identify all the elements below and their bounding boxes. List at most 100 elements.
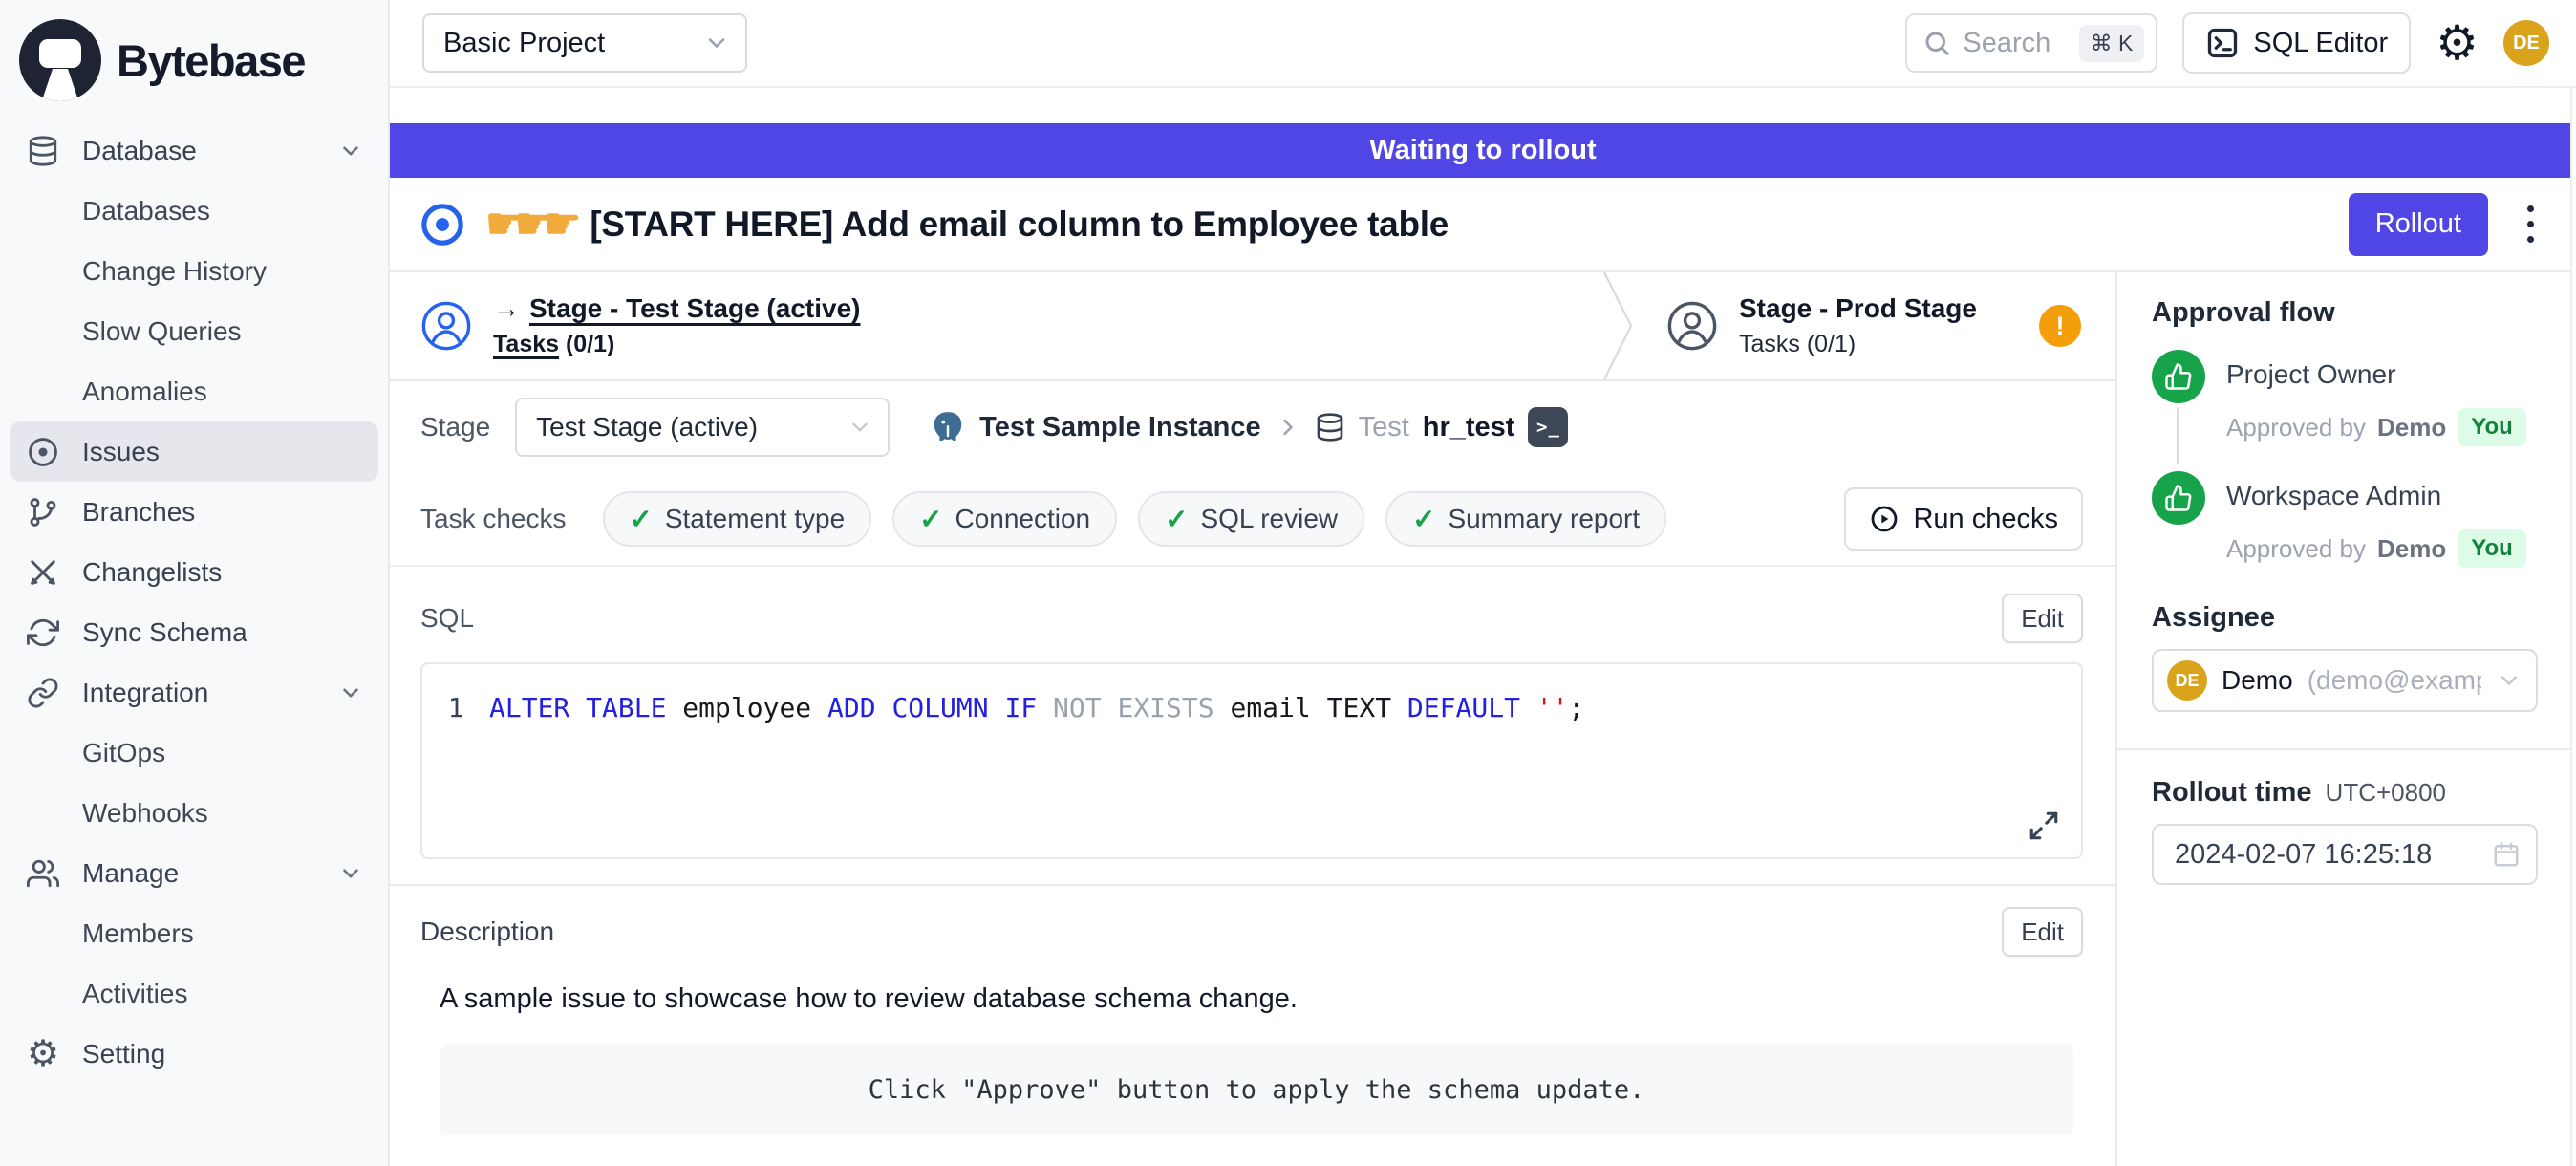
sql-label: SQL [420,603,474,634]
approval-step-project-owner: Project Owner Approved by Demo You [2152,350,2538,446]
rollout-time-title: Rollout time [2152,777,2312,809]
check-pill-connection[interactable]: ✓Connection [892,491,1117,547]
thumbs-up-icon [2152,471,2205,525]
sidebar-item-gitops[interactable]: GitOps [10,723,378,783]
sidebar-item-label: Database [82,136,317,166]
status-banner: Waiting to rollout [390,123,2576,178]
sidebar-item-webhooks[interactable]: Webhooks [10,783,378,843]
issue-status-icon [420,203,464,247]
approver-name: Demo [2377,413,2446,443]
approval-role: Workspace Admin [2226,471,2526,516]
sidebar-item-members[interactable]: Members [10,903,378,963]
expand-icon[interactable] [2028,810,2060,842]
search-placeholder: Search [1963,28,2050,59]
sidebar-item-manage[interactable]: Manage [10,843,378,903]
approval-steps: Project Owner Approved by Demo You [2152,350,2538,568]
sidebar-nav: Database Databases Change History Slow Q… [0,115,388,1084]
sidebar-item-change-history[interactable]: Change History [10,241,378,301]
stage-select-value: Test Stage (active) [536,412,758,443]
attention-warning-icon: ! [2039,305,2081,347]
database-icon [25,135,61,167]
chevron-down-icon [2496,667,2522,694]
chevron-down-icon [338,139,363,163]
sql-edit-button[interactable]: Edit [2002,594,2083,643]
assignee-email: (demo@example [2308,665,2481,696]
environment-label: Test [1359,412,1409,443]
sidebar-item-sync-schema[interactable]: Sync Schema [10,602,378,662]
brand-name: Bytebase [117,34,305,87]
tab-test-stage[interactable]: →Stage - Test Stage (active) Tasks (0/1) [390,272,1601,379]
assignee-select[interactable]: DE Demo (demo@example [2152,649,2538,712]
kebab-menu-icon[interactable] [2509,193,2551,256]
sidebar-item-issues[interactable]: Issues [10,421,378,482]
open-in-sql-editor-icon[interactable]: >_ [1528,407,1568,447]
project-select-value: Basic Project [443,28,605,59]
rollout-timezone: UTC+0800 [2326,778,2446,808]
check-pill-sql-review[interactable]: ✓SQL review [1138,491,1364,547]
postgresql-icon [930,409,966,445]
gear-icon: ⚙ [25,1036,61,1072]
sql-section: SQL Edit 1 ALTER TABLE employee ADD COLU… [390,567,2115,859]
issue-title: ☛☛☛ [START HERE] Add email column to Emp… [485,200,2328,248]
settings-gear-icon[interactable]: ⚙ [2436,19,2479,67]
check-icon: ✓ [630,503,653,536]
issue-title-text: [START HERE] Add email column to Employe… [590,205,1449,245]
chevron-down-icon [338,680,363,705]
calendar-icon [2492,840,2521,869]
check-pill-statement-type[interactable]: ✓Statement type [603,491,872,547]
approval-role: Project Owner [2226,350,2526,395]
scrollbar-track[interactable] [2570,88,2576,1166]
project-select[interactable]: Basic Project [422,13,747,73]
sidebar-item-integration[interactable]: Integration [10,662,378,723]
user-avatar[interactable]: DE [2503,20,2549,66]
stage-tasks-link[interactable]: Tasks [493,331,559,357]
person-circle-icon [1666,300,1718,352]
sidebar-item-database[interactable]: Database [10,120,378,181]
sidebar-item-setting[interactable]: ⚙ Setting [10,1024,378,1084]
database-breadcrumb: Test Sample Instance Test hr_test >_ [930,407,1568,447]
description-label: Description [420,917,554,947]
sidebar-item-databases[interactable]: Databases [10,181,378,241]
approval-status: Approved by Demo You [2226,408,2526,446]
sql-statement: ALTER TABLE employee ADD COLUMN IF NOT E… [489,689,1584,727]
chevron-down-icon [338,861,363,886]
check-icon: ✓ [1165,503,1188,536]
check-pill-summary-report[interactable]: ✓Summary report [1385,491,1666,547]
sidebar-item-slow-queries[interactable]: Slow Queries [10,301,378,361]
search-kbd-shortcut: ⌘ K [2079,25,2145,62]
run-checks-button[interactable]: Run checks [1844,487,2083,551]
rollout-button[interactable]: Rollout [2349,193,2488,256]
description-text: A sample issue to showcase how to review… [420,983,2083,1015]
stage-select[interactable]: Test Stage (active) [515,398,890,457]
you-badge: You [2458,408,2526,446]
sql-code-editor[interactable]: 1 ALTER TABLE employee ADD COLUMN IF NOT… [420,662,2083,859]
sidebar-item-anomalies[interactable]: Anomalies [10,361,378,421]
stage-tab-title: Stage - Prod Stage [1739,293,1977,324]
description-section: Description Edit A sample issue to showc… [390,886,2115,1135]
description-note: Click "Approve" button to apply the sche… [440,1044,2073,1135]
changelist-icon [25,556,61,589]
sql-editor-label: SQL Editor [2253,28,2388,59]
instance-link[interactable]: Test Sample Instance [979,412,1260,443]
approver-name: Demo [2377,534,2446,564]
chevron-down-icon [848,415,872,440]
sidebar-item-branches[interactable]: Branches [10,482,378,542]
users-icon [25,857,61,890]
you-badge: You [2458,529,2526,568]
sidebar-item-changelists[interactable]: Changelists [10,542,378,602]
task-checks-row: Task checks ✓Statement type ✓Connection … [390,473,2115,567]
sidebar-item-activities[interactable]: Activities [10,963,378,1024]
description-edit-button[interactable]: Edit [2002,907,2083,957]
line-number: 1 [422,689,489,727]
circle-dot-icon [25,436,61,468]
bytebase-logo[interactable]: Bytebase [0,11,388,115]
rollout-time-value: 2024-02-07 16:25:18 [2175,839,2432,871]
sql-editor-button[interactable]: SQL Editor [2182,12,2411,74]
link-icon [25,677,61,709]
panel-divider [2117,748,2576,750]
git-branch-icon [25,496,61,529]
database-link[interactable]: hr_test [1423,412,1515,443]
rollout-time-input[interactable]: 2024-02-07 16:25:18 [2152,824,2538,885]
search-input[interactable]: Search ⌘ K [1905,13,2157,73]
tab-prod-stage[interactable]: Stage - Prod Stage Tasks (0/1) [1636,272,1977,379]
